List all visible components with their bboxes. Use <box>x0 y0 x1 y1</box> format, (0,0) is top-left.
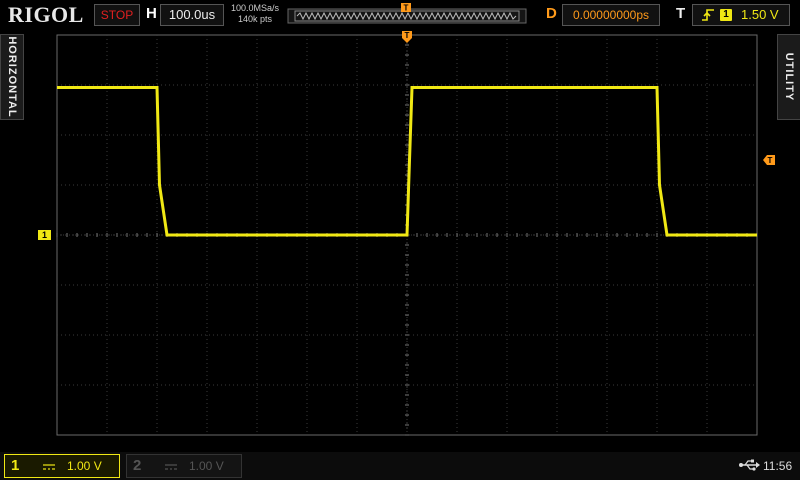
sample-rate: 100.0MSa/s <box>230 3 280 13</box>
channel-2-number: 2 <box>133 457 142 474</box>
run-stop-indicator[interactable]: STOP <box>94 4 140 26</box>
trigger-label: T <box>676 5 686 22</box>
dc-coupling-icon <box>43 464 55 470</box>
trigger-position-marker[interactable]: T <box>402 31 412 43</box>
waveform-display[interactable]: 1 T T <box>0 30 800 452</box>
trigger-delay-value[interactable]: 0.00000000ps <box>562 4 660 26</box>
usb-icon <box>739 459 760 471</box>
top-status-bar: RIGOL STOP H 100.0us 100.0MSa/s 140k pts… <box>0 0 800 30</box>
trigger-level-marker[interactable]: T <box>763 155 775 165</box>
channel-2-button[interactable]: 2 1.00 V <box>126 454 242 478</box>
memory-overview-strip[interactable]: T <box>287 3 527 25</box>
trigger-position-label: T <box>405 31 410 40</box>
memory-depth: 140k pts <box>237 14 273 24</box>
rising-edge-icon <box>702 9 714 21</box>
timebase-value[interactable]: 100.0us <box>160 4 224 26</box>
system-clock: 11:56 <box>763 459 793 473</box>
bottom-status-bar: 1 1.00 V 2 1.00 V 11:56 <box>0 452 800 480</box>
channel-1-button[interactable]: 1 1.00 V <box>4 454 120 478</box>
horizontal-label: H <box>146 5 157 22</box>
trigger-settings[interactable]: 1 1.50 V <box>692 4 790 26</box>
delay-label: D <box>546 5 557 22</box>
dc-coupling-icon <box>165 464 177 470</box>
trigger-level-label: T <box>768 156 773 165</box>
ch1-ground-label: 1 <box>42 230 47 240</box>
trigger-source-badge: 1 <box>720 9 732 21</box>
ch1-ground-marker[interactable]: 1 <box>38 230 51 240</box>
channel-2-scale: 1.00 V <box>189 459 224 473</box>
channel-1-number: 1 <box>11 457 20 474</box>
svg-text:T: T <box>404 4 409 13</box>
channel-1-scale: 1.00 V <box>67 459 102 473</box>
memory-trigger-marker: T <box>401 3 411 13</box>
brand-logo: RIGOL <box>8 2 84 27</box>
trigger-level-value: 1.50 V <box>741 7 779 22</box>
acquisition-info: 100.0MSa/s 140k pts <box>226 3 284 25</box>
